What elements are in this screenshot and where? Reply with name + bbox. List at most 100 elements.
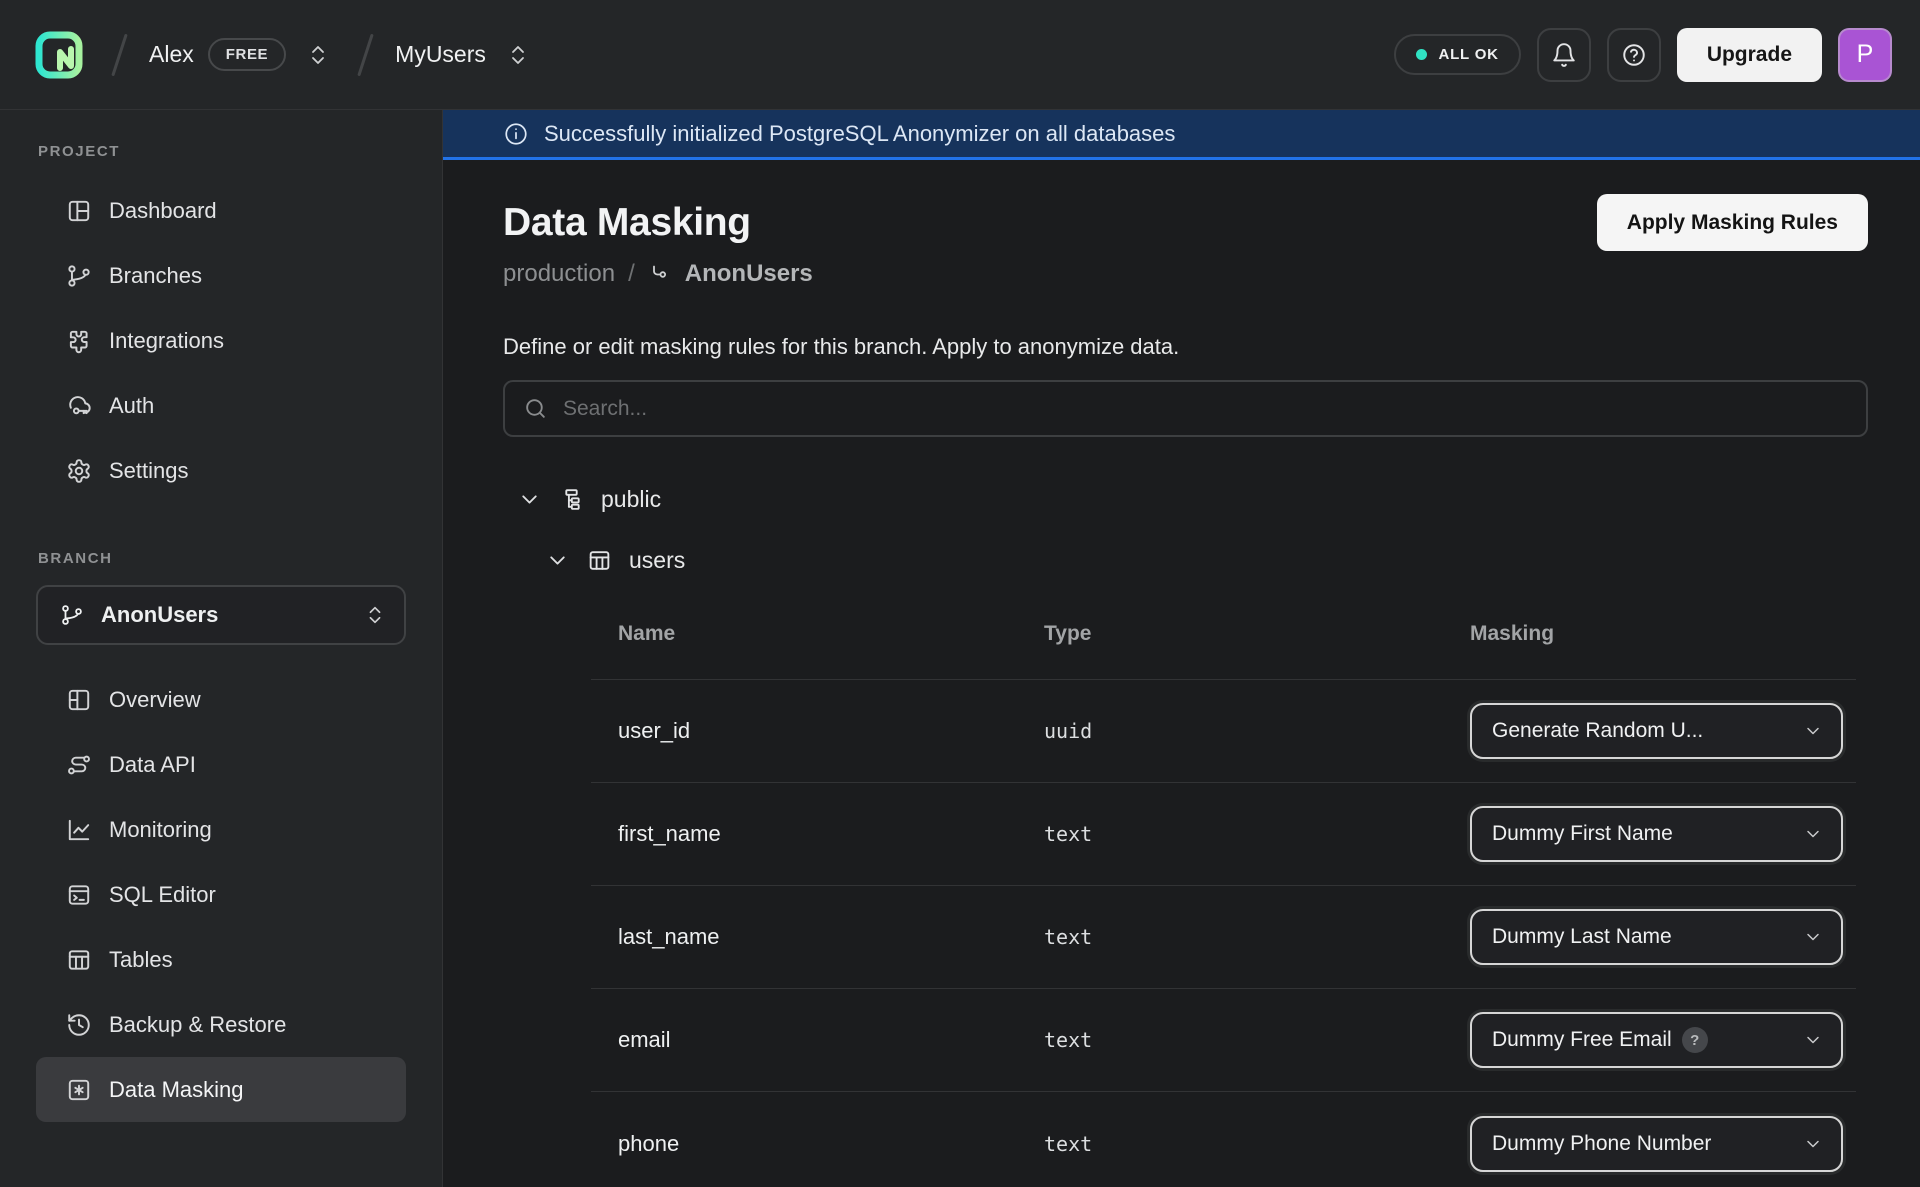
masking-rule-select[interactable]: Dummy Phone Number	[1470, 1116, 1843, 1172]
sidebar-item-backup-restore[interactable]: Backup & Restore	[36, 992, 406, 1057]
child-branch-icon	[648, 262, 672, 286]
breadcrumb-separator: /	[628, 260, 635, 288]
column-header-name: Name	[618, 622, 1044, 646]
apply-masking-rules-button[interactable]: Apply Masking Rules	[1597, 194, 1868, 251]
branch-section-label: BRANCH	[36, 549, 406, 569]
notifications-button[interactable]	[1537, 28, 1591, 82]
chevron-down-icon	[1803, 824, 1823, 844]
git-branch-icon	[60, 603, 84, 627]
masking-rule-select[interactable]: Generate Random U...	[1470, 703, 1843, 759]
table-row: email text Dummy Free Email ?	[591, 989, 1856, 1092]
sidebar-item-label: Branches	[109, 263, 202, 289]
project-switcher-button[interactable]	[500, 37, 536, 73]
breadcrumb-parent-branch[interactable]: production	[503, 260, 615, 288]
column-name: first_name	[618, 821, 1044, 847]
sidebar-item-label: Dashboard	[109, 198, 217, 224]
table-icon	[66, 947, 92, 973]
success-banner: Successfully initialized PostgreSQL Anon…	[443, 110, 1920, 160]
sidebar-item-tables[interactable]: Tables	[36, 927, 406, 992]
column-name: user_id	[618, 718, 1044, 744]
sidebar-item-label: Monitoring	[109, 817, 212, 843]
masking-rule-value: Dummy Last Name	[1492, 925, 1672, 949]
masking-rule-select[interactable]: Dummy First Name	[1470, 806, 1843, 862]
column-header-type: Type	[1044, 622, 1470, 646]
branch-selector[interactable]: AnonUsers	[36, 585, 406, 645]
chevrons-up-down-icon	[506, 43, 530, 67]
avatar[interactable]: P	[1838, 28, 1892, 82]
breadcrumb-current-branch: AnonUsers	[685, 260, 813, 288]
help-circle-icon	[1621, 42, 1647, 68]
sidebar-item-label: SQL Editor	[109, 882, 216, 908]
masking-rule-value: Dummy Phone Number	[1492, 1132, 1711, 1156]
cloud-key-icon	[66, 393, 92, 419]
sidebar-item-overview[interactable]: Overview	[36, 667, 406, 732]
chevron-down-icon	[1803, 1030, 1823, 1050]
square-asterisk-icon	[66, 1077, 92, 1103]
project-section-label: PROJECT	[36, 142, 406, 162]
terminal-window-icon	[66, 882, 92, 908]
neon-logo-icon	[31, 27, 87, 83]
neon-logo[interactable]	[28, 24, 90, 86]
topbar-separator	[357, 33, 373, 76]
search-input[interactable]	[563, 397, 1848, 421]
puzzle-icon	[66, 328, 92, 354]
sidebar-item-monitoring[interactable]: Monitoring	[36, 797, 406, 862]
sidebar-item-data-api[interactable]: Data API	[36, 732, 406, 797]
sidebar-item-settings[interactable]: Settings	[36, 438, 406, 503]
masking-table: Name Type Masking user_id uuid Generate …	[591, 588, 1856, 1187]
search-box	[503, 380, 1868, 437]
history-icon	[66, 1012, 92, 1038]
column-type: text	[1044, 1132, 1470, 1156]
chevron-down-icon	[1803, 721, 1823, 741]
sidebar-item-integrations[interactable]: Integrations	[36, 308, 406, 373]
sidebar-item-dashboard[interactable]: Dashboard	[36, 178, 406, 243]
column-header-masking: Masking	[1470, 622, 1856, 646]
tree-node-schema[interactable]: public	[503, 471, 1868, 527]
org-switcher[interactable]: Alex FREE	[149, 37, 336, 73]
sidebar-item-label: Overview	[109, 687, 201, 713]
route-icon	[66, 752, 92, 778]
masking-table-header: Name Type Masking	[591, 588, 1856, 680]
sidebar-item-data-masking[interactable]: Data Masking	[36, 1057, 406, 1122]
table-icon	[587, 548, 612, 573]
banner-message: Successfully initialized PostgreSQL Anon…	[544, 121, 1175, 147]
overview-icon	[66, 687, 92, 713]
sidebar-item-label: Backup & Restore	[109, 1012, 286, 1038]
chevrons-up-down-icon	[306, 43, 330, 67]
git-branch-icon	[66, 263, 92, 289]
topbar: Alex FREE MyUsers ALL OK	[0, 0, 1920, 110]
bell-icon	[1551, 42, 1577, 68]
masking-rule-select[interactable]: Dummy Last Name	[1470, 909, 1843, 965]
column-type: uuid	[1044, 719, 1470, 743]
page-title: Data Masking	[503, 201, 751, 245]
masking-rule-select[interactable]: Dummy Free Email ?	[1470, 1012, 1843, 1068]
chevron-down-icon	[517, 487, 542, 512]
org-name: Alex	[149, 41, 194, 68]
tree-node-table[interactable]: users	[503, 532, 1868, 588]
sidebar-item-label: Settings	[109, 458, 189, 484]
topbar-separator	[111, 33, 127, 76]
table-row: user_id uuid Generate Random U...	[591, 680, 1856, 783]
sidebar-item-label: Data Masking	[109, 1077, 244, 1103]
sidebar-item-label: Auth	[109, 393, 154, 419]
upgrade-button[interactable]: Upgrade	[1677, 28, 1822, 82]
column-name: email	[618, 1027, 1044, 1053]
column-name: last_name	[618, 924, 1044, 950]
table-row: phone text Dummy Phone Number	[591, 1092, 1856, 1187]
org-switcher-button[interactable]	[300, 37, 336, 73]
project-switcher[interactable]: MyUsers	[395, 37, 536, 73]
info-icon	[503, 121, 529, 147]
sidebar-item-branches[interactable]: Branches	[36, 243, 406, 308]
status-pill[interactable]: ALL OK	[1394, 34, 1520, 75]
sidebar-item-sql-editor[interactable]: SQL Editor	[36, 862, 406, 927]
chevron-down-icon	[1803, 927, 1823, 947]
breadcrumb: production / AnonUsers	[503, 260, 1868, 288]
line-chart-icon	[66, 817, 92, 843]
schema-name: public	[601, 486, 661, 513]
help-badge[interactable]: ?	[1682, 1027, 1708, 1053]
column-type: text	[1044, 925, 1470, 949]
plan-badge: FREE	[208, 38, 286, 71]
help-button[interactable]	[1607, 28, 1661, 82]
sidebar-item-auth[interactable]: Auth	[36, 373, 406, 438]
sidebar-item-label: Data API	[109, 752, 196, 778]
